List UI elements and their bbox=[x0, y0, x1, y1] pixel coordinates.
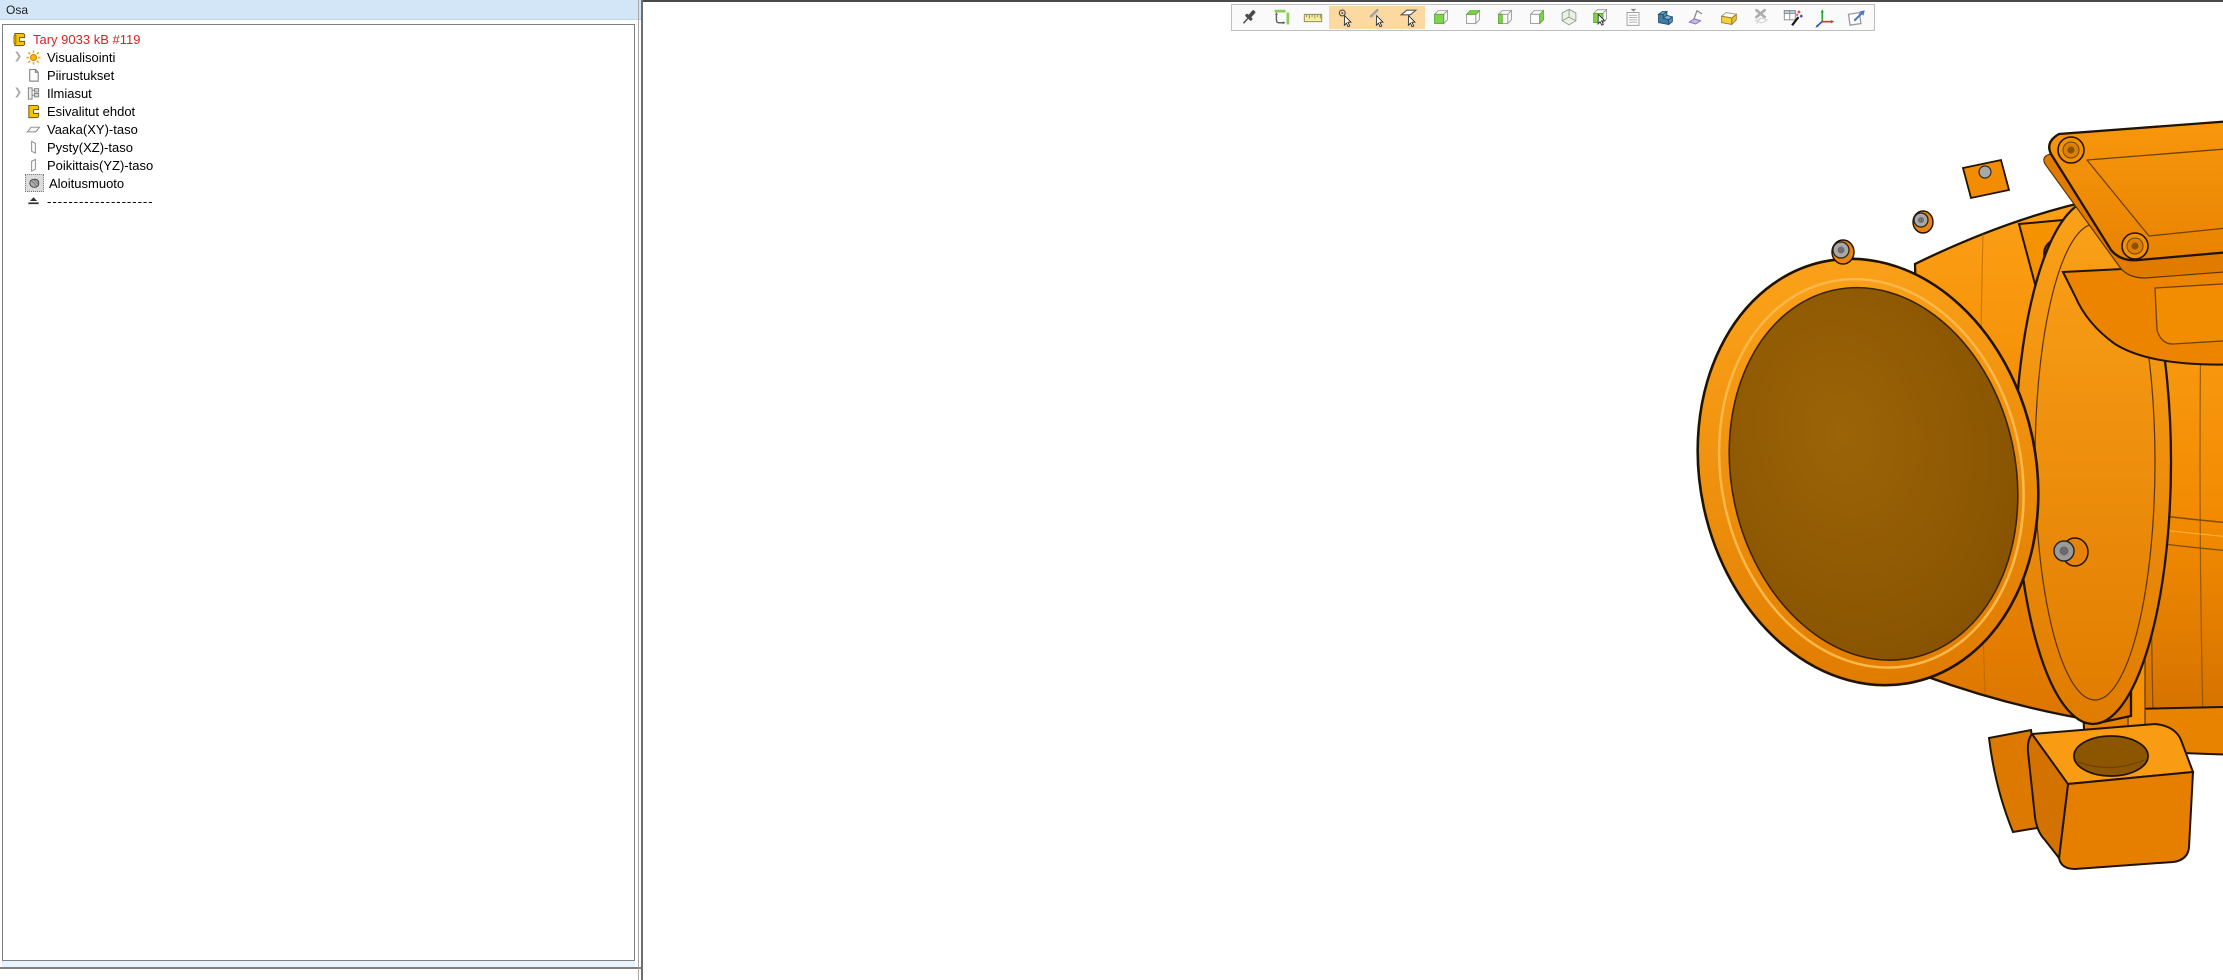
appearances-icon bbox=[25, 85, 42, 101]
tree-item-rollback-bar[interactable]: ❯ -------------------- bbox=[3, 192, 634, 210]
plane-xy-icon bbox=[25, 121, 42, 137]
tree-item-ilmiasut[interactable]: ❯ Ilmiasut bbox=[3, 84, 634, 102]
panel-divider[interactable] bbox=[638, 0, 639, 980]
expand-chevron-icon[interactable]: ❯ bbox=[11, 48, 25, 66]
tree-item-aloitusmuoto[interactable]: ❯ Aloitusmuoto bbox=[3, 174, 634, 192]
3d-viewport[interactable] bbox=[643, 0, 2223, 980]
export-view-button[interactable] bbox=[1841, 6, 1873, 29]
filter-vertices-button[interactable] bbox=[1329, 6, 1361, 29]
tree-item-label: Piirustukset bbox=[47, 68, 114, 83]
section-plane-button[interactable] bbox=[1681, 6, 1713, 29]
notes-list-button[interactable] bbox=[1617, 6, 1649, 29]
view-left-button[interactable] bbox=[1489, 6, 1521, 29]
tree-item-label: Ilmiasut bbox=[47, 86, 92, 101]
view-normal-to-face-button[interactable] bbox=[1585, 6, 1617, 29]
view-top-button[interactable] bbox=[1457, 6, 1489, 29]
expand-chevron-icon[interactable]: ❯ bbox=[11, 84, 25, 102]
section-view-button[interactable] bbox=[1649, 6, 1681, 29]
tree-item-esivalitut-ehdot[interactable]: ❯ Esivalitut ehdot bbox=[3, 102, 634, 120]
motor-3d-model[interactable] bbox=[1683, 72, 2223, 922]
tree-item-plane-xz[interactable]: ❯ Pysty(XZ)-taso bbox=[3, 138, 634, 156]
pin-button[interactable] bbox=[1233, 6, 1265, 29]
coordinate-system-button[interactable] bbox=[1809, 6, 1841, 29]
tree-item-piirustukset[interactable]: ❯ Piirustukset bbox=[3, 66, 634, 84]
measure-ruler-button[interactable] bbox=[1297, 6, 1329, 29]
sun-icon bbox=[25, 49, 42, 65]
bounding-box-button[interactable] bbox=[1713, 6, 1745, 29]
table-autofill-button[interactable] bbox=[1777, 6, 1809, 29]
reference-move-button[interactable] bbox=[1265, 6, 1297, 29]
panel-splitter[interactable] bbox=[0, 967, 643, 969]
feature-tree-panel: Osa Tary 9033 kB #119 ❯ Visualisointi ❯ … bbox=[0, 0, 643, 980]
tree-item-visualisointi[interactable]: ❯ Visualisointi bbox=[3, 48, 634, 66]
drum-bolts bbox=[1832, 211, 1933, 264]
view-isometric-button[interactable] bbox=[1553, 6, 1585, 29]
feature-tree[interactable]: Tary 9033 kB #119 ❯ Visualisointi ❯ Piir… bbox=[2, 24, 635, 961]
view-right-button[interactable] bbox=[1521, 6, 1553, 29]
start-shape-icon bbox=[25, 174, 44, 192]
view-front-button[interactable] bbox=[1425, 6, 1457, 29]
rollback-marker-icon bbox=[25, 193, 42, 209]
tree-item-part-root[interactable]: Tary 9033 kB #119 bbox=[3, 30, 634, 48]
tree-item-label: Pysty(XZ)-taso bbox=[47, 140, 133, 155]
tree-item-label: Visualisointi bbox=[47, 50, 115, 65]
quick-toolbar bbox=[1231, 4, 1875, 31]
tree-item-label: -------------------- bbox=[47, 194, 154, 209]
part-icon bbox=[11, 31, 28, 47]
preselected-conditions-icon bbox=[25, 103, 42, 119]
tree-item-plane-yz[interactable]: ❯ Poikittais(YZ)-taso bbox=[3, 156, 634, 174]
tree-item-label: Poikittais(YZ)-taso bbox=[47, 158, 153, 173]
filter-faces-button[interactable] bbox=[1393, 6, 1425, 29]
filter-edges-button[interactable] bbox=[1361, 6, 1393, 29]
plane-yz-icon bbox=[25, 157, 42, 173]
tree-item-plane-xy[interactable]: ❯ Vaaka(XY)-taso bbox=[3, 120, 634, 138]
drawings-icon bbox=[25, 67, 42, 83]
tree-item-label: Tary 9033 kB #119 bbox=[33, 32, 140, 47]
tree-item-label: Vaaka(XY)-taso bbox=[47, 122, 138, 137]
tree-item-label: Aloitusmuoto bbox=[49, 176, 124, 191]
panel-title: Osa bbox=[0, 0, 643, 20]
tree-item-label: Esivalitut ehdot bbox=[47, 104, 135, 119]
plane-xz-icon bbox=[25, 139, 42, 155]
delete-button[interactable] bbox=[1745, 6, 1777, 29]
